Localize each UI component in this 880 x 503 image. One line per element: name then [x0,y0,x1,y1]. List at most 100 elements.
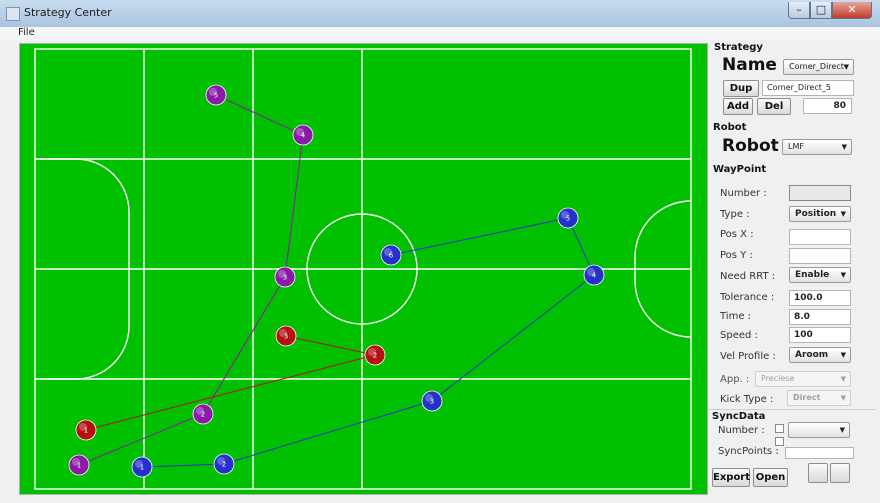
title-bar: Strategy Center – □ ✕ [0,0,880,28]
rrt-select[interactable]: Enable ▼ [789,267,851,283]
purple-waypoint-5[interactable]: 5 [205,84,227,106]
tolerance-label: Tolerance : [720,292,775,303]
blue-waypoint-1[interactable]: 1 [131,456,153,478]
speed-label: Speed : [720,330,758,341]
waypoint-number: 2 [373,352,377,360]
chevron-down-icon: ▼ [841,143,847,151]
window-title: Strategy Center [24,6,112,19]
extra-button-2[interactable] [830,463,850,483]
sync-checkbox-2[interactable] [775,437,784,446]
purple-waypoint-4[interactable]: 4 [292,124,314,146]
divider [708,409,876,410]
close-button[interactable]: ✕ [832,2,872,19]
red-waypoint-1[interactable]: 1 [75,419,97,441]
velprofile-select[interactable]: Aroom ▼ [789,347,851,363]
kick-select: Direct ▼ [787,390,851,406]
purple-waypoint-3[interactable]: 3 [274,266,296,288]
posy-field[interactable] [789,248,851,264]
app-icon [6,7,20,21]
chevron-down-icon: ▼ [840,271,846,279]
syncdata-section-title: SyncData [712,411,766,422]
waypoint-number: 3 [284,333,288,341]
extra-button-1[interactable] [808,463,828,483]
robot-waypoints[interactable]: 1 2 3 4 5 1 2 3 1 2 3 4 5 6 [68,84,605,478]
waypoint-number-field[interactable] [789,185,851,201]
strategy-name-value: Corner_Direct [789,62,844,71]
waypoint-number: 3 [430,398,434,406]
purple-robot-path [78,94,304,466]
blue-waypoint-6[interactable]: 6 [380,244,402,266]
strategy-count-field[interactable]: 80 [803,98,852,114]
app-select: Preciese ▼ [755,371,851,387]
app-label: App. : [720,374,750,385]
chevron-down-icon: ▼ [840,375,846,383]
export-button[interactable]: Export [712,468,750,487]
chevron-down-icon: ▼ [840,394,846,402]
waypoint-number: 1 [140,464,144,472]
waypoint-number: 5 [214,92,218,100]
kick-value: Direct [793,393,821,402]
maximize-button[interactable]: □ [810,2,832,19]
robot-paths [78,94,595,468]
chevron-down-icon: ▼ [840,351,846,359]
blue-waypoint-2[interactable]: 2 [213,453,235,475]
red-robot-path [85,335,376,431]
waypoint-number: 1 [84,427,88,435]
strategy-section-title: Strategy [714,42,763,53]
blue-robot-path [141,217,595,468]
tolerance-field[interactable]: 100.0 [789,290,851,306]
strategy-panel: Strategy Name : Corner_Direct ▼ Dup Corn… [708,40,878,500]
chevron-down-icon: ▼ [839,426,845,434]
menu-file[interactable]: File [18,27,35,38]
purple-waypoint-1[interactable]: 1 [68,454,90,476]
waypoint-number: 4 [301,132,306,140]
add-button[interactable]: Add [723,98,753,115]
type-select[interactable]: Position ▼ [789,206,851,222]
type-label: Type : [720,209,750,220]
red-waypoint-2[interactable]: 2 [364,344,386,366]
sync-number-select[interactable]: ▼ [788,422,850,438]
posx-label: Pos X : [720,229,754,240]
rrt-value: Enable [795,270,830,280]
time-field[interactable]: 8.0 [789,309,851,325]
dup-name-field[interactable]: Corner_Direct_5 [762,80,854,96]
waypoint-number: 6 [389,252,394,260]
window-controls: – □ ✕ [788,2,872,20]
purple-waypoint-2[interactable]: 2 [192,403,214,425]
chevron-down-icon: ▼ [843,63,849,71]
robot-select[interactable]: LMF ▼ [782,139,852,155]
rrt-label: Need RRT : [720,271,776,282]
app-value: Preciese [761,374,795,383]
chevron-down-icon: ▼ [840,210,846,218]
velprofile-label: Vel Profile : [720,351,776,362]
number-label: Number : [720,188,767,199]
robot-section-title: Robot [713,122,747,133]
waypoint-number: 1 [77,462,81,470]
waypoint-section-title: WayPoint [713,164,767,175]
soccer-field[interactable]: 1 2 3 4 5 1 2 3 1 2 3 4 5 6 [19,43,708,495]
syncpoints-label: SyncPoints : [718,446,779,457]
minimize-button[interactable]: – [788,2,810,19]
waypoint-number: 5 [566,215,570,223]
posy-label: Pos Y : [720,250,753,261]
blue-waypoint-5[interactable]: 5 [557,207,579,229]
blue-waypoint-4[interactable]: 4 [583,264,605,286]
red-waypoint-3[interactable]: 3 [275,325,297,347]
dup-button[interactable]: Dup [723,80,759,97]
del-button[interactable]: Del [757,98,791,115]
posx-field[interactable] [789,229,851,245]
waypoint-number: 3 [283,274,287,282]
strategy-name-select[interactable]: Corner_Direct ▼ [783,59,854,75]
speed-field[interactable]: 100 [789,327,851,343]
waypoint-number: 2 [222,461,226,469]
type-value: Position [795,209,837,219]
open-button[interactable]: Open [753,468,788,487]
sync-checkbox-1[interactable] [775,424,784,433]
field-canvas[interactable]: 1 2 3 4 5 1 2 3 1 2 3 4 5 6 [20,44,707,494]
syncpoints-field[interactable] [785,447,854,459]
waypoint-number: 4 [592,272,597,280]
time-label: Time : [720,311,752,322]
robot-value: LMF [788,142,804,151]
blue-waypoint-3[interactable]: 3 [421,390,443,412]
velprofile-value: Aroom [795,350,829,360]
